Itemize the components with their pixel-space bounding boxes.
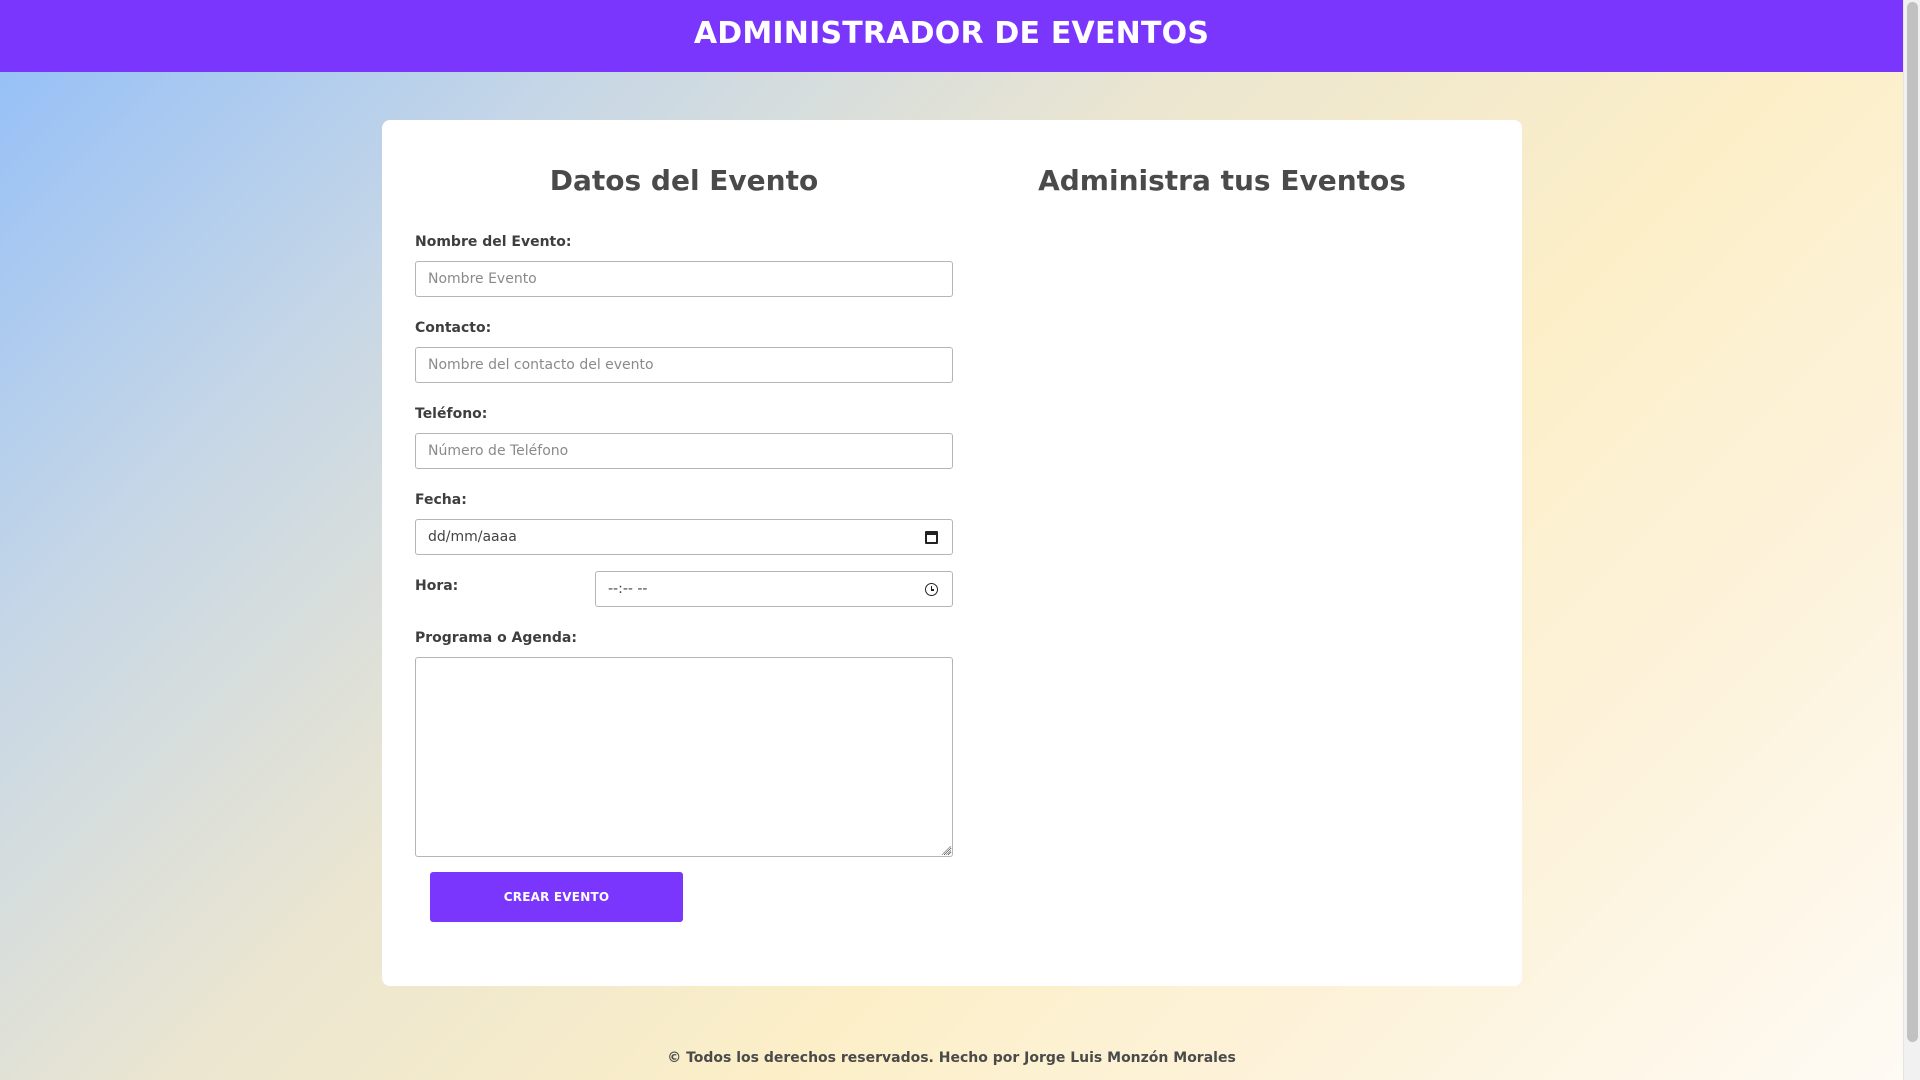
event-name-input[interactable] xyxy=(415,261,953,297)
main-card: Datos del Evento Nombre del Evento: Cont… xyxy=(382,120,1522,986)
vertical-scrollbar[interactable] xyxy=(1903,0,1920,1080)
agenda-label: Programa o Agenda: xyxy=(415,630,577,646)
app-title: ADMINISTRADOR DE EVENTOS xyxy=(693,15,1210,51)
clock-icon[interactable] xyxy=(925,583,938,596)
calendar-icon[interactable] xyxy=(925,531,938,544)
resize-handle-icon[interactable] xyxy=(942,846,951,855)
time-label: Hora: xyxy=(415,578,459,594)
events-title: Administra tus Eventos xyxy=(1038,164,1406,197)
time-display: --:-- -- xyxy=(608,581,648,597)
create-event-button[interactable]: CREAR EVENTO xyxy=(430,872,683,922)
date-input[interactable]: dd/mm/aaaa xyxy=(415,519,953,555)
footer-text: © Todos los derechos reservados. Hecho p… xyxy=(667,1050,1236,1066)
agenda-textarea[interactable] xyxy=(415,657,953,857)
event-name-label: Nombre del Evento: xyxy=(415,234,572,250)
time-input[interactable]: --:-- -- xyxy=(595,571,953,607)
events-panel: Administra tus Eventos xyxy=(953,120,1491,200)
event-form: Datos del Evento Nombre del Evento: Cont… xyxy=(415,120,953,922)
contact-label: Contacto: xyxy=(415,320,492,336)
scrollbar-thumb[interactable] xyxy=(1907,2,1918,1042)
contact-input[interactable] xyxy=(415,347,953,383)
date-display: dd/mm/aaaa xyxy=(428,529,517,545)
app-header: ADMINISTRADOR DE EVENTOS xyxy=(0,0,1903,72)
form-title: Datos del Evento xyxy=(549,164,819,197)
phone-input[interactable] xyxy=(415,433,953,469)
phone-label: Teléfono: xyxy=(415,406,488,422)
date-label: Fecha: xyxy=(415,492,467,508)
agenda-wrapper xyxy=(415,657,953,857)
